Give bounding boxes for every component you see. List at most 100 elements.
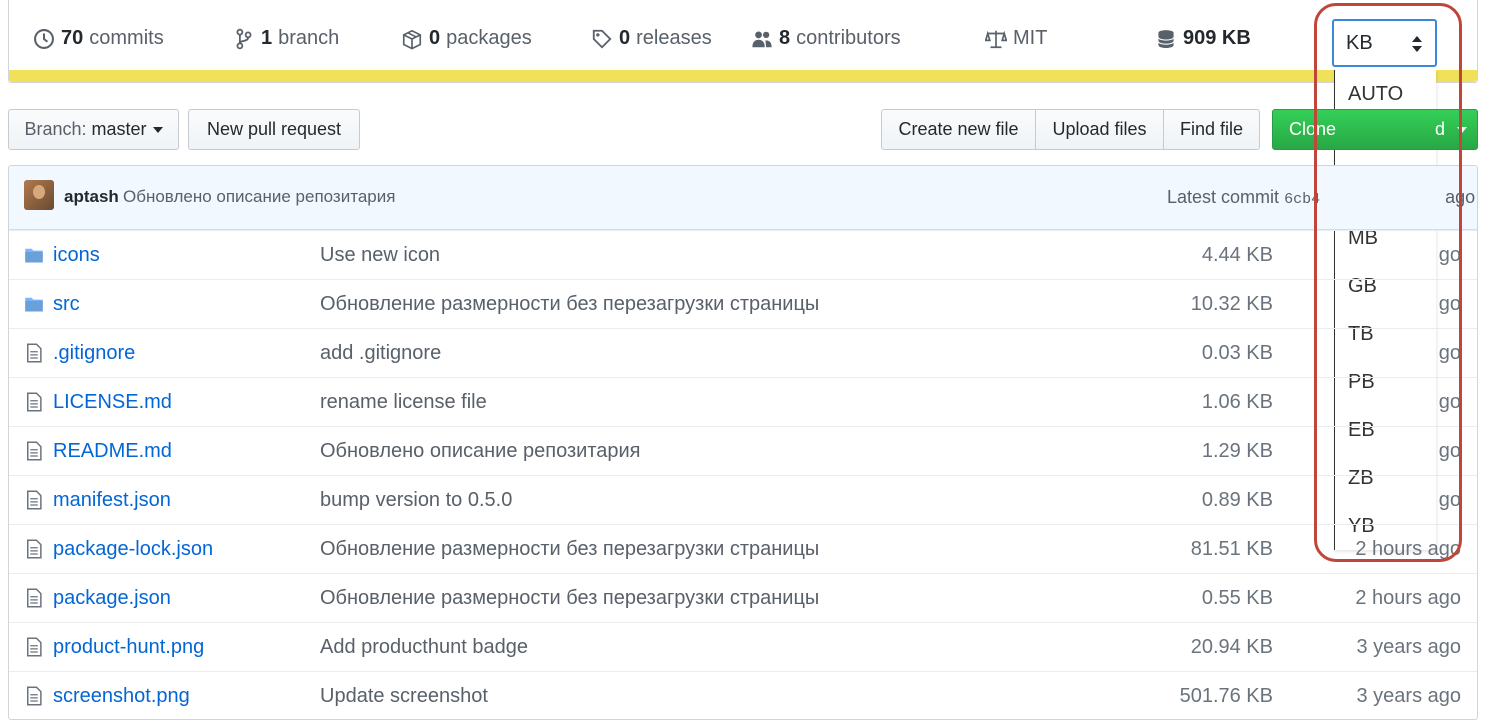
create-new-file-button[interactable]: Create new file	[881, 109, 1036, 150]
database-icon	[1157, 29, 1175, 48]
file-commit-message-link[interactable]: Обновление размерности без перезагрузки …	[320, 538, 819, 561]
file-commit-message-link[interactable]: rename license file	[320, 391, 487, 414]
file-age: go	[1438, 440, 1461, 462]
file-name-link[interactable]: screenshot.png	[53, 685, 190, 708]
history-icon	[34, 28, 54, 49]
file-name-link[interactable]: src	[53, 293, 80, 316]
size-unit-select[interactable]: KB	[1332, 19, 1437, 67]
latest-commit-label: Latest commit	[1167, 187, 1280, 207]
find-file-button[interactable]: Find file	[1163, 109, 1260, 150]
table-row: icons Use new icon 4.44 KB go	[9, 230, 1477, 279]
file-icon	[24, 539, 44, 559]
caret-down-icon	[152, 126, 163, 133]
repo-size-indicator: 909 KB	[1155, 27, 1251, 50]
repo-summary-bar: 70 commits 1 branch 0 packages 0 release…	[8, 0, 1478, 83]
upload-files-button[interactable]: Upload files	[1035, 109, 1164, 150]
new-pull-request-button[interactable]: New pull request	[188, 109, 360, 150]
file-age: 2 hours ago	[1355, 538, 1461, 560]
releases-link[interactable]: 0 releases	[591, 27, 712, 50]
file-commit-message-link[interactable]: Обновление размерности без перезагрузки …	[320, 293, 819, 316]
file-size: 10.32 KB	[1190, 293, 1273, 315]
file-commit-message-link[interactable]: Update screenshot	[320, 685, 488, 708]
file-name-link[interactable]: README.md	[53, 440, 172, 463]
commit-message[interactable]: Обновлено описание репозитария	[123, 187, 395, 207]
commit-sha[interactable]: 6cb4	[1284, 191, 1320, 208]
file-size: 0.55 KB	[1201, 587, 1273, 609]
file-name-link[interactable]: manifest.json	[53, 489, 171, 512]
file-icon	[24, 441, 44, 461]
latest-commit-info: Latest commit 6cb4 ago	[1167, 187, 1475, 208]
file-age: go	[1438, 342, 1461, 364]
packages-label: packages	[446, 27, 532, 49]
file-age: go	[1438, 293, 1461, 315]
file-icon	[24, 392, 44, 412]
commits-label: commits	[89, 27, 164, 49]
table-row: product-hunt.png Add producthunt badge 20.…	[9, 622, 1477, 671]
branch-select-value: master	[91, 119, 147, 139]
file-age: go	[1438, 391, 1461, 413]
file-icon	[24, 686, 44, 706]
clone-download-button[interactable]: Clone d	[1272, 109, 1478, 150]
table-row: .gitignore add .gitignore 0.03 KB go	[9, 328, 1477, 377]
file-name-link[interactable]: icons	[53, 244, 100, 267]
contributors-count: 8	[779, 27, 791, 49]
package-icon	[402, 29, 422, 50]
file-name-link[interactable]: package-lock.json	[53, 538, 213, 561]
latest-commit-age: ago	[1445, 187, 1476, 207]
file-actions-group: Create new file Upload files Find file	[881, 109, 1260, 150]
file-icon	[24, 588, 44, 608]
commits-link[interactable]: 70 commits	[33, 27, 164, 50]
branch-select-button[interactable]: Branch: master	[8, 109, 179, 150]
file-name-link[interactable]: product-hunt.png	[53, 636, 204, 659]
table-row: manifest.json bump version to 0.5.0 0.89 K…	[9, 475, 1477, 524]
file-commit-message-link[interactable]: Add producthunt badge	[320, 636, 528, 659]
file-name-link[interactable]: .gitignore	[53, 342, 135, 365]
branch-label: branch	[278, 27, 340, 49]
file-icon	[24, 343, 44, 363]
file-icon	[24, 490, 44, 510]
folder-icon	[24, 245, 44, 265]
branch-count: 1	[261, 27, 273, 49]
commit-author[interactable]: aptash	[64, 187, 119, 207]
tag-icon	[592, 29, 612, 49]
avatar[interactable]	[24, 180, 54, 210]
packages-count: 0	[429, 27, 441, 49]
license-label: MIT	[1013, 27, 1048, 49]
table-row: screenshot.png Update screenshot 501.76 KB…	[9, 671, 1477, 719]
file-size: 1.29 KB	[1201, 440, 1273, 462]
contributors-link[interactable]: 8 contributors	[751, 27, 901, 50]
file-name-link[interactable]: LICENSE.md	[53, 391, 172, 414]
license-link[interactable]: MIT	[985, 27, 1047, 50]
file-size: 81.51 KB	[1190, 538, 1273, 560]
language-bar	[9, 70, 1477, 82]
releases-label: releases	[636, 27, 712, 49]
file-age: go	[1438, 244, 1461, 266]
file-age: 3 years ago	[1356, 685, 1461, 707]
table-row: LICENSE.md rename license file 1.06 KB go	[9, 377, 1477, 426]
table-row: package-lock.json Обновление размерности …	[9, 524, 1477, 573]
table-row: README.md Обновлено описание репозитария 1…	[9, 426, 1477, 475]
file-name-link[interactable]: package.json	[53, 587, 171, 610]
table-row: package.json Обновление размерности без п…	[9, 573, 1477, 622]
file-size: 4.44 KB	[1201, 244, 1273, 266]
contributors-label: contributors	[796, 27, 901, 49]
select-arrows-icon	[1412, 36, 1422, 52]
file-commit-message-link[interactable]: bump version to 0.5.0	[320, 489, 512, 512]
latest-commit-bar: aptash Обновлено описание репозитария La…	[9, 166, 1477, 230]
file-commit-message-link[interactable]: Use new icon	[320, 244, 440, 267]
file-commit-message-link[interactable]: add .gitignore	[320, 342, 441, 365]
clone-download-label: Clone	[1289, 119, 1337, 139]
branches-link[interactable]: 1 branch	[233, 27, 339, 50]
folder-icon	[24, 294, 44, 314]
file-icon	[24, 637, 44, 657]
table-row: src Обновление размерности без перезагруз…	[9, 279, 1477, 328]
file-commit-message-link[interactable]: Обновлено описание репозитария	[320, 440, 641, 463]
packages-link[interactable]: 0 packages	[401, 27, 532, 50]
file-size: 1.06 KB	[1201, 391, 1273, 413]
file-commit-message-link[interactable]: Обновление размерности без перезагрузки …	[320, 587, 819, 610]
clone-download-label-tail: d	[1435, 119, 1446, 139]
repo-size-value: 909 KB	[1183, 27, 1251, 49]
size-unit-selected-value: KB	[1346, 31, 1373, 54]
caret-down-icon	[1457, 127, 1467, 133]
file-size: 501.76 KB	[1179, 685, 1273, 707]
